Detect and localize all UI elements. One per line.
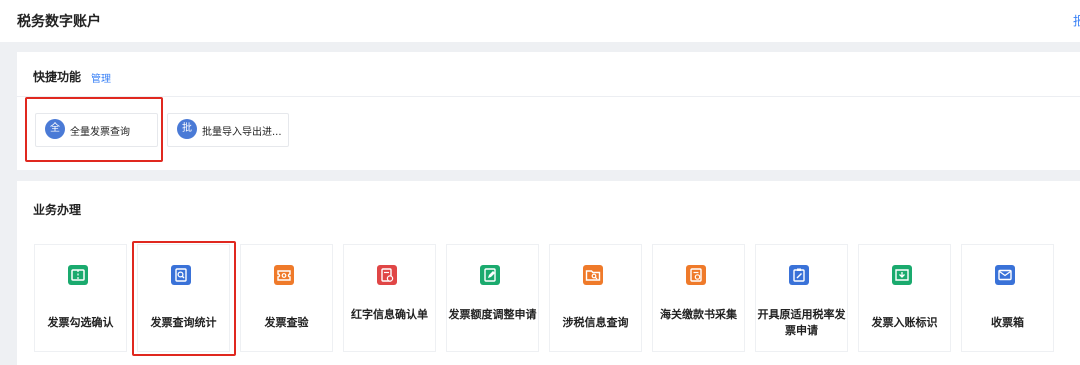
badge-icon: 批 <box>177 119 197 139</box>
quick-functions-panel: 快捷功能 管理 全 全量发票查询 批 批量导入导出进... <box>17 52 1080 170</box>
card-label: 收票箱 <box>991 316 1024 329</box>
card-label: 发票入账标识 <box>871 316 938 329</box>
card-label: 发票勾选确认 <box>47 316 114 329</box>
card-tax-info-query[interactable]: 涉税信息查询 <box>549 244 642 352</box>
business-panel: 业务办理 发票勾选确认 发票查询统计 发票查验 红字信息确认单 发票额度调整申请 <box>17 181 1080 365</box>
folder-search-icon <box>583 265 603 285</box>
card-red-letter-confirm[interactable]: 红字信息确认单 <box>343 244 436 352</box>
manage-link[interactable]: 管理 <box>91 70 111 85</box>
card-original-rate-invoice-apply[interactable]: 开具原适用税率发票申请 <box>755 244 848 352</box>
card-receive-box[interactable]: 收票箱 <box>961 244 1054 352</box>
ticket-icon <box>68 265 88 285</box>
card-label: 开具原适用税率发票申请 <box>757 308 846 337</box>
quick-item-label: 批量导入导出进... <box>202 127 282 138</box>
business-title: 业务办理 <box>33 203 82 217</box>
highlight-box <box>132 241 236 356</box>
mail-icon <box>995 265 1015 285</box>
doc-download-icon <box>686 265 706 285</box>
top-bar: 税务数字账户 报 <box>0 0 1080 42</box>
quick-functions-title: 快捷功能 <box>33 70 82 84</box>
card-label: 发票额度调整申请 <box>448 308 537 321</box>
quick-item-batch-import-export[interactable]: 批 批量导入导出进... <box>167 113 289 147</box>
doc-edit-icon <box>480 265 500 285</box>
doc-stamp-icon <box>377 265 397 285</box>
card-customs-payment-collect[interactable]: 海关缴款书采集 <box>652 244 745 352</box>
card-invoice-check-confirm[interactable]: 发票勾选确认 <box>34 244 127 352</box>
card-invoice-verify[interactable]: 发票查验 <box>240 244 333 352</box>
clipboard-edit-icon <box>789 265 809 285</box>
card-label: 涉税信息查询 <box>562 316 629 329</box>
divider <box>17 96 1080 97</box>
card-label: 发票查验 <box>264 316 309 329</box>
card-label: 红字信息确认单 <box>351 308 428 321</box>
page-title: 税务数字账户 <box>17 14 101 30</box>
card-quota-adjust-apply[interactable]: 发票额度调整申请 <box>446 244 539 352</box>
card-invoice-booking-mark[interactable]: 发票入账标识 <box>858 244 951 352</box>
card-label: 海关缴款书采集 <box>660 308 737 321</box>
highlight-box <box>25 97 163 162</box>
ticket-verify-icon <box>274 265 294 285</box>
inbox-icon <box>892 265 912 285</box>
header-right-link[interactable]: 报 <box>1073 12 1080 29</box>
